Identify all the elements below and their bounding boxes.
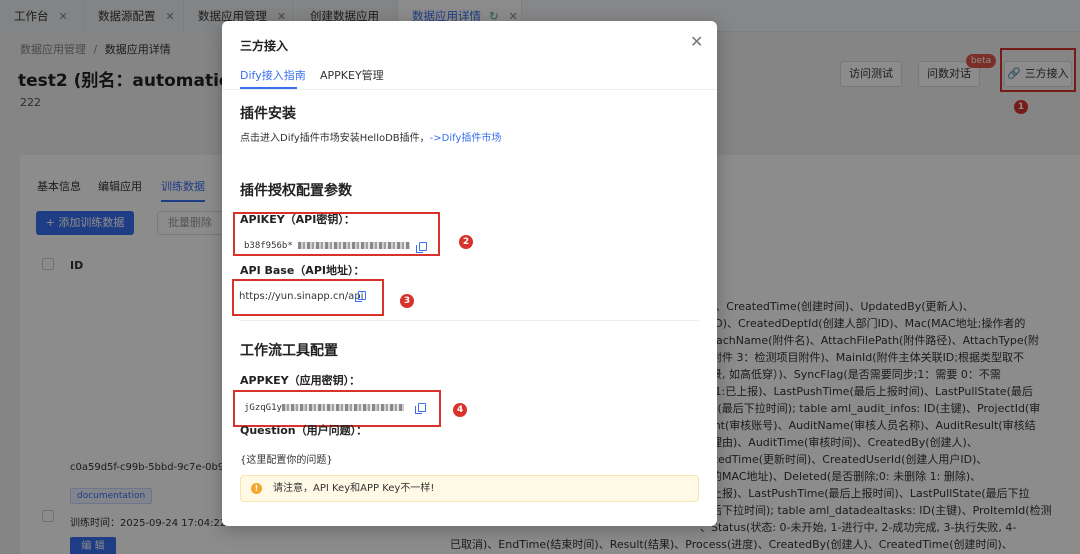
appkey-label: APPKEY（应用密钥）：: [240, 374, 361, 387]
divider: [222, 89, 717, 90]
annotation-number: 4: [453, 403, 467, 417]
notice-banner: ! 请注意，API Key和APP Key不一样!: [240, 475, 699, 502]
apibase-label: API Base（API地址）：: [240, 264, 365, 277]
highlight-box: [232, 279, 384, 316]
tab-dify-guide[interactable]: Dify接入指南: [240, 67, 306, 83]
plugin-install-desc: 点击进入Dify插件市场安装HelloDB插件，: [240, 133, 430, 144]
divider: [240, 320, 699, 321]
modal-title: 三方接入: [240, 39, 289, 53]
annotation-number: 3: [400, 294, 414, 308]
warning-icon: !: [251, 483, 262, 494]
section-workflow-config: 工作流工具配置: [240, 343, 338, 359]
question-value: {这里配置你的问题}: [240, 455, 333, 466]
plugin-install-text: 点击进入Dify插件市场安装HelloDB插件，->Dify插件市场: [240, 129, 501, 144]
question-label: Question（用户问题）：: [240, 424, 368, 437]
highlight-box: [233, 212, 440, 256]
section-plugin-install: 插件安装: [240, 106, 296, 122]
annotation-number: 2: [459, 235, 473, 249]
notice-text: 请注意，API Key和APP Key不一样!: [273, 483, 435, 494]
tab-appkey-manage[interactable]: APPKEY管理: [320, 67, 384, 83]
third-party-access-modal: 三方接入 ✕ Dify接入指南 APPKEY管理 插件安装 点击进入Dify插件…: [222, 21, 717, 526]
close-icon[interactable]: ✕: [690, 32, 703, 51]
section-auth-params: 插件授权配置参数: [240, 183, 352, 199]
dify-market-link[interactable]: ->Dify插件市场: [430, 133, 502, 144]
